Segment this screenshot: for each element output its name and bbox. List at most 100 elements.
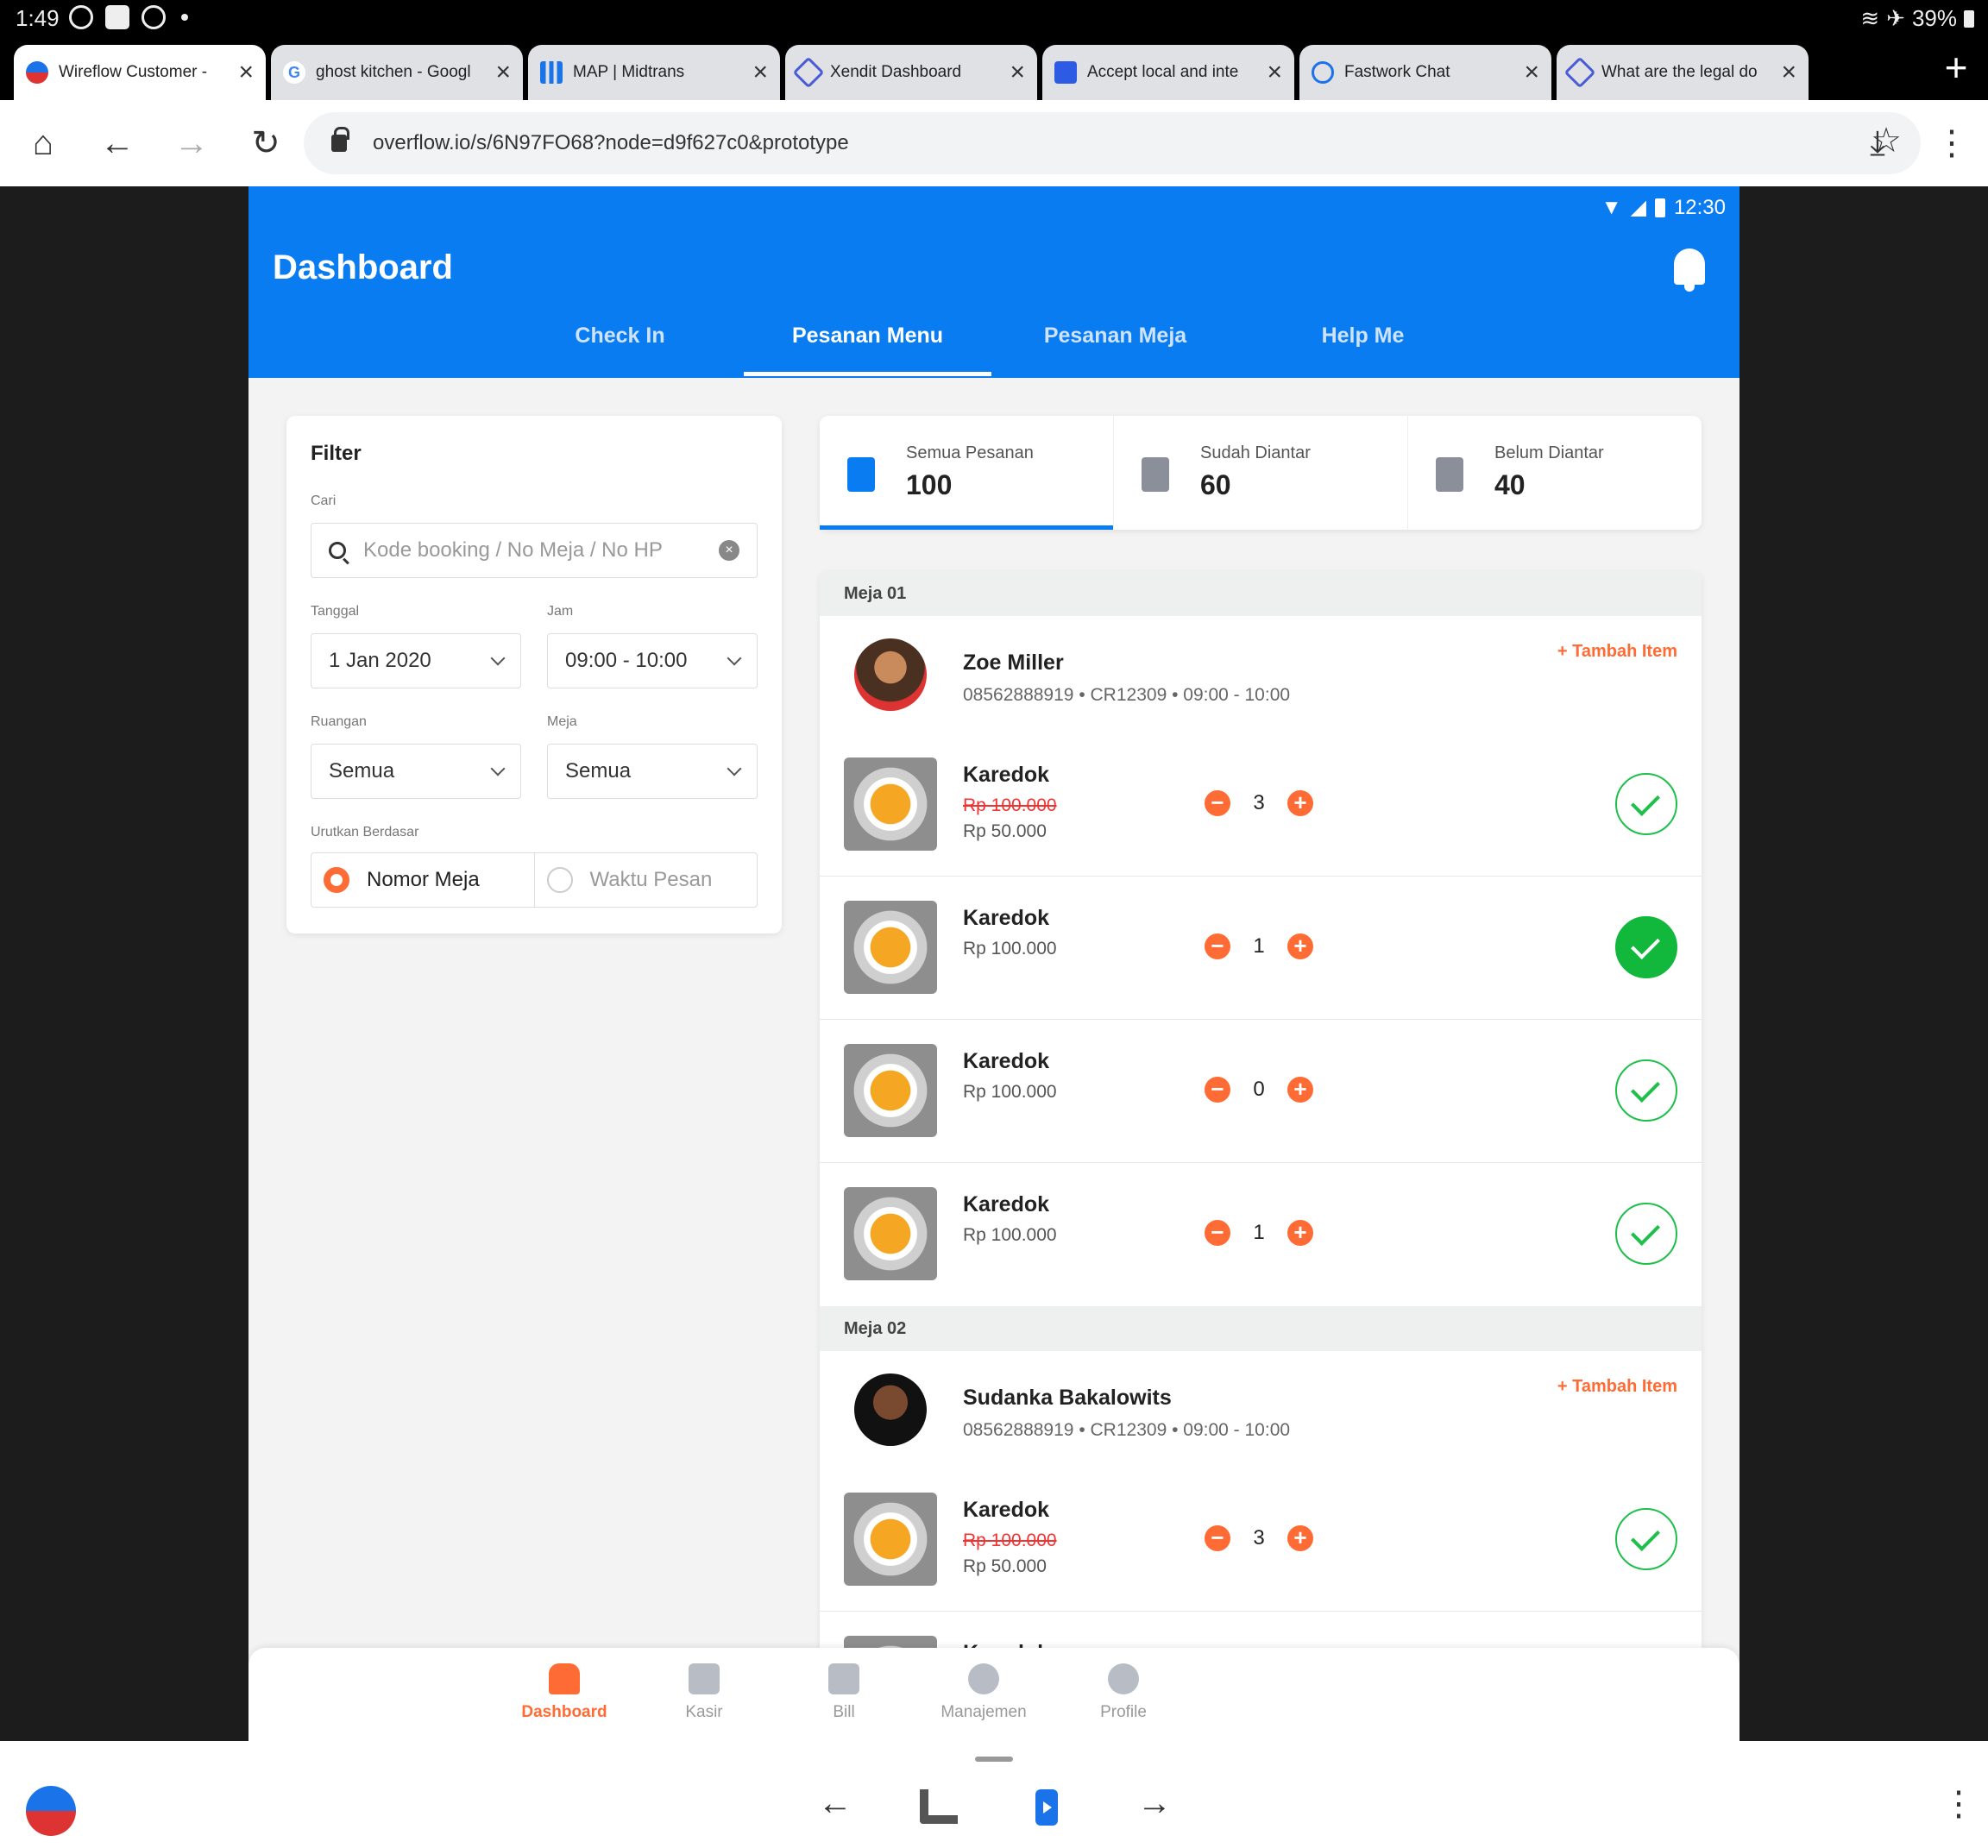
mark-delivered-button[interactable] [1615,1059,1677,1122]
increase-button[interactable]: + [1287,933,1313,959]
jam-label: Jam [547,604,574,619]
browser-menu-icon[interactable]: ⋮ [1928,119,1976,167]
tab-pesanan-meja[interactable]: Pesanan Meja [991,316,1239,376]
browser-tab[interactable]: Xendit Dashboard × [785,45,1037,100]
decrease-button[interactable]: − [1205,1525,1230,1551]
previous-arrow-icon[interactable]: ← [818,1784,852,1823]
chevron-down-icon [490,651,506,666]
status-right: ≋ ✈ 39% [1860,5,1974,32]
increase-button[interactable]: + [1287,790,1313,816]
increase-button[interactable]: + [1287,1220,1313,1246]
browser-tab[interactable]: What are the legal do × [1557,45,1809,100]
close-tab-icon[interactable]: × [1010,60,1025,85]
quantity-value: 0 [1253,1078,1265,1101]
close-tab-icon[interactable]: × [238,60,254,85]
clear-icon[interactable]: × [719,540,739,561]
tab-pesanan-menu[interactable]: Pesanan Menu [744,316,991,376]
prototype-controls-bar: ← → ⋮ [0,1741,1988,1848]
download-icon[interactable]: ⤓ [1853,119,1902,167]
increase-button[interactable]: + [1287,1077,1313,1103]
tanggal-label: Tanggal [311,604,360,619]
more-options-icon[interactable]: ⋮ [1941,1784,1976,1824]
mark-delivered-button[interactable] [1615,1203,1677,1265]
close-tab-icon[interactable]: × [1781,60,1796,85]
app-header: ▼ ◢ 12:30 Dashboard Check In Pesanan Men… [248,186,1740,378]
sort-option-nomor-meja[interactable]: Nomor Meja [311,853,534,907]
browser-tab[interactable]: Fastwork Chat × [1299,45,1551,100]
decrease-button[interactable]: − [1205,933,1230,959]
play-icon[interactable] [1035,1789,1058,1826]
nav-kasir[interactable]: Kasir [644,1663,764,1722]
notification-bell-icon[interactable] [1674,248,1705,292]
filter-title: Filter [311,442,362,465]
app-prototype: ▼ ◢ 12:30 Dashboard Check In Pesanan Men… [248,186,1740,1741]
item-old-price: Rp 100.000 [963,795,1057,815]
filter-panel: Filter Cari Kode booking / No Meja / No … [286,416,782,933]
reload-icon[interactable]: ↻ [242,119,290,167]
mark-delivered-button[interactable] [1615,1508,1677,1570]
fastwork-favicon-icon [1312,61,1334,84]
decrease-button[interactable]: − [1205,1220,1230,1246]
food-thumbnail [844,1187,937,1280]
date-select[interactable]: 1 Jan 2020 [311,633,521,688]
sort-option-waktu-pesan[interactable]: Waktu Pesan [533,853,758,907]
close-tab-icon[interactable]: × [752,60,768,85]
forward-icon[interactable]: → [167,119,216,167]
back-icon[interactable]: ← [93,119,142,167]
close-tab-icon[interactable]: × [495,60,511,85]
checkbox-icon [1142,457,1169,492]
stat-semua-pesanan[interactable]: Semua Pesanan 100 [820,416,1113,530]
chevron-down-icon [727,651,742,666]
delivered-check-button[interactable] [1615,916,1677,978]
time-select[interactable]: 09:00 - 10:00 [547,633,758,688]
stat-sudah-diantar[interactable]: Sudah Diantar 60 [1113,416,1407,530]
add-item-button[interactable]: + Tambah Item [1557,642,1677,662]
browser-tab[interactable]: Accept local and inte × [1042,45,1294,100]
decrease-button[interactable]: − [1205,790,1230,816]
tab-help-me[interactable]: Help Me [1239,316,1487,376]
wireflow-favicon-icon [26,61,48,84]
address-bar[interactable]: overflow.io/s/6N97FO68?node=d9f627c0&pro… [304,112,1921,174]
close-tab-icon[interactable]: × [1267,60,1282,85]
stat-label: Sudah Diantar [1200,443,1311,462]
page-title: Dashboard [273,248,453,286]
order-item: Karedok Rp 100.000 Rp 50.000 − 3 + [820,733,1702,877]
nav-label: Manajemen [941,1703,1027,1721]
drag-handle[interactable] [975,1757,1013,1762]
xendit-favicon-icon [1054,61,1077,84]
next-arrow-icon[interactable]: → [1137,1784,1172,1823]
gear-icon [968,1663,999,1694]
item-name: Karedok [963,763,1050,787]
table-select[interactable]: Semua [547,744,758,799]
mark-delivered-button[interactable] [1615,773,1677,835]
nav-bill[interactable]: Bill [783,1663,904,1722]
tab-check-in[interactable]: Check In [496,316,744,376]
browser-tab[interactable]: MAP | Midtrans × [528,45,780,100]
flow-icon[interactable] [920,1789,958,1824]
close-tab-icon[interactable]: × [1524,60,1539,85]
stat-value: 40 [1494,469,1526,500]
stat-belum-diantar[interactable]: Belum Diantar 40 [1407,416,1702,530]
calculator-icon [689,1663,720,1694]
wifi-icon: ▼ [1601,195,1622,219]
new-tab-button[interactable]: + [1935,47,1978,90]
sort-option-label: Nomor Meja [367,868,480,891]
bottom-navigation: Dashboard Kasir Bill Manajemen Profile [248,1648,1740,1741]
home-icon[interactable]: ⌂ [19,119,67,167]
nav-dashboard[interactable]: Dashboard [504,1663,625,1722]
nav-profile[interactable]: Profile [1063,1663,1184,1722]
increase-button[interactable]: + [1287,1525,1313,1551]
app-status-bar: ▼ ◢ 12:30 [1601,195,1726,220]
nav-manajemen[interactable]: Manajemen [923,1663,1044,1722]
search-input[interactable]: Kode booking / No Meja / No HP × [311,523,758,578]
add-item-button[interactable]: + Tambah Item [1557,1377,1677,1397]
tab-title: ghost kitchen - Googl [316,63,471,81]
date-value: 1 Jan 2020 [329,649,431,672]
browser-tab-strip: Wireflow Customer - × G ghost kitchen - … [0,38,1988,100]
meja-label: Meja [547,714,577,729]
room-select[interactable]: Semua [311,744,521,799]
decrease-button[interactable]: − [1205,1077,1230,1103]
browser-tab[interactable]: G ghost kitchen - Googl × [271,45,523,100]
browser-tab[interactable]: Wireflow Customer - × [14,45,266,100]
table-value: Semua [565,759,632,783]
